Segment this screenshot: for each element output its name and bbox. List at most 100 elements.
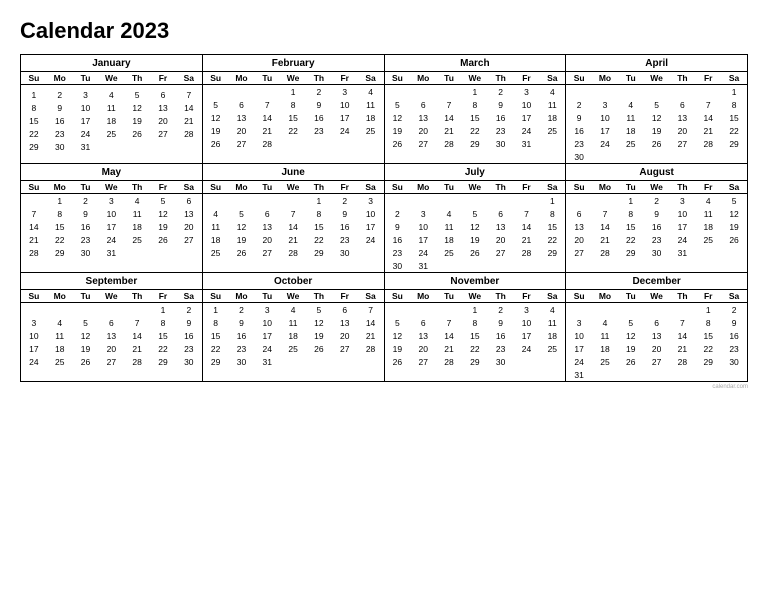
day-cell: 10: [592, 111, 618, 124]
day-cell: 12: [721, 207, 747, 220]
month-title: January: [21, 55, 202, 72]
day-cell: 14: [176, 101, 202, 114]
day-cell: 16: [488, 329, 514, 342]
day-cell: 7: [21, 207, 47, 220]
day-cell: 11: [695, 207, 721, 220]
day-cell: 12: [73, 329, 99, 342]
day-cell: [436, 368, 462, 371]
day-cell: 3: [670, 194, 696, 208]
day-cell: 7: [124, 316, 150, 329]
day-header: Th: [124, 181, 150, 194]
day-cell: 23: [47, 127, 73, 140]
day-cell: 2: [47, 88, 73, 101]
day-header: Su: [566, 181, 592, 194]
day-cell: [280, 368, 306, 371]
month-title: March: [385, 55, 566, 72]
month-title: May: [21, 164, 202, 181]
day-cell: [539, 150, 565, 153]
day-cell: 18: [203, 233, 229, 246]
day-cell: 27: [566, 246, 592, 259]
day-cell: 14: [436, 329, 462, 342]
day-header: Th: [306, 290, 332, 303]
day-cell: [436, 303, 462, 317]
day-cell: 29: [150, 355, 176, 368]
day-cell: [670, 303, 696, 317]
day-cell: 26: [203, 137, 229, 150]
month-table: SuMoTuWeThFrSa12345678910111213141516171…: [385, 290, 566, 371]
day-cell: [176, 140, 202, 153]
day-cell: 31: [566, 368, 592, 381]
day-header: Sa: [721, 290, 747, 303]
day-cell: 30: [176, 355, 202, 368]
day-cell: 22: [618, 233, 644, 246]
day-cell: 22: [306, 233, 332, 246]
day-cell: 7: [592, 207, 618, 220]
day-cell: 24: [592, 137, 618, 150]
day-cell: 13: [150, 101, 176, 114]
day-cell: 12: [124, 101, 150, 114]
day-cell: 23: [488, 342, 514, 355]
day-cell: 5: [618, 316, 644, 329]
day-cell: 8: [462, 316, 488, 329]
day-cell: [436, 259, 462, 272]
day-cell: 5: [150, 194, 176, 208]
day-cell: 11: [436, 220, 462, 233]
day-cell: 31: [73, 140, 99, 153]
day-cell: 9: [566, 111, 592, 124]
day-cell: 2: [306, 85, 332, 99]
day-cell: 8: [21, 101, 47, 114]
day-cell: 26: [73, 355, 99, 368]
day-cell: [254, 194, 280, 208]
day-cell: 24: [566, 355, 592, 368]
day-cell: 18: [695, 220, 721, 233]
day-cell: 3: [98, 194, 124, 208]
day-cell: [618, 85, 644, 99]
day-cell: [280, 355, 306, 368]
day-cell: 20: [254, 233, 280, 246]
day-cell: 25: [539, 342, 565, 355]
day-cell: 1: [306, 194, 332, 208]
day-cell: [280, 194, 306, 208]
day-cell: 8: [618, 207, 644, 220]
day-header: Sa: [721, 181, 747, 194]
day-cell: 3: [254, 303, 280, 317]
day-cell: 9: [644, 207, 670, 220]
day-cell: 8: [695, 316, 721, 329]
month-block-october: OctoberSuMoTuWeThFrSa1234567891011121314…: [203, 273, 385, 382]
day-cell: 20: [229, 124, 255, 137]
day-cell: 24: [254, 342, 280, 355]
month-table: SuMoTuWeThFrSa12345678910111213141516171…: [566, 290, 747, 381]
day-cell: 14: [21, 220, 47, 233]
day-cell: [410, 194, 436, 208]
day-cell: 18: [98, 114, 124, 127]
day-cell: 5: [203, 98, 229, 111]
month-title: April: [566, 55, 747, 72]
day-header: Fr: [332, 181, 358, 194]
day-cell: [514, 355, 540, 368]
month-block-september: SeptemberSuMoTuWeThFrSa12345678910111213…: [21, 273, 203, 382]
day-cell: 18: [280, 329, 306, 342]
day-cell: 30: [721, 355, 747, 368]
day-cell: 26: [229, 246, 255, 259]
day-cell: 28: [592, 246, 618, 259]
calendar-grid: January SuMoTuWeThFrSa1234567891011121314…: [20, 54, 748, 382]
day-cell: [695, 150, 721, 163]
day-cell: [203, 259, 229, 262]
day-cell: 27: [176, 233, 202, 246]
day-cell: [644, 303, 670, 317]
day-cell: 28: [254, 137, 280, 150]
day-cell: 7: [436, 316, 462, 329]
month-table: SuMoTuWeThFrSa12345678910111213141516171…: [566, 181, 747, 262]
day-cell: 9: [721, 316, 747, 329]
day-cell: 20: [410, 124, 436, 137]
day-cell: 23: [385, 246, 411, 259]
day-cell: 15: [695, 329, 721, 342]
day-cell: 7: [280, 207, 306, 220]
day-cell: 29: [462, 137, 488, 150]
day-cell: 2: [73, 194, 99, 208]
day-cell: [618, 150, 644, 163]
day-cell: 2: [566, 98, 592, 111]
day-cell: [229, 194, 255, 208]
day-cell: 4: [539, 85, 565, 99]
day-cell: 13: [410, 329, 436, 342]
